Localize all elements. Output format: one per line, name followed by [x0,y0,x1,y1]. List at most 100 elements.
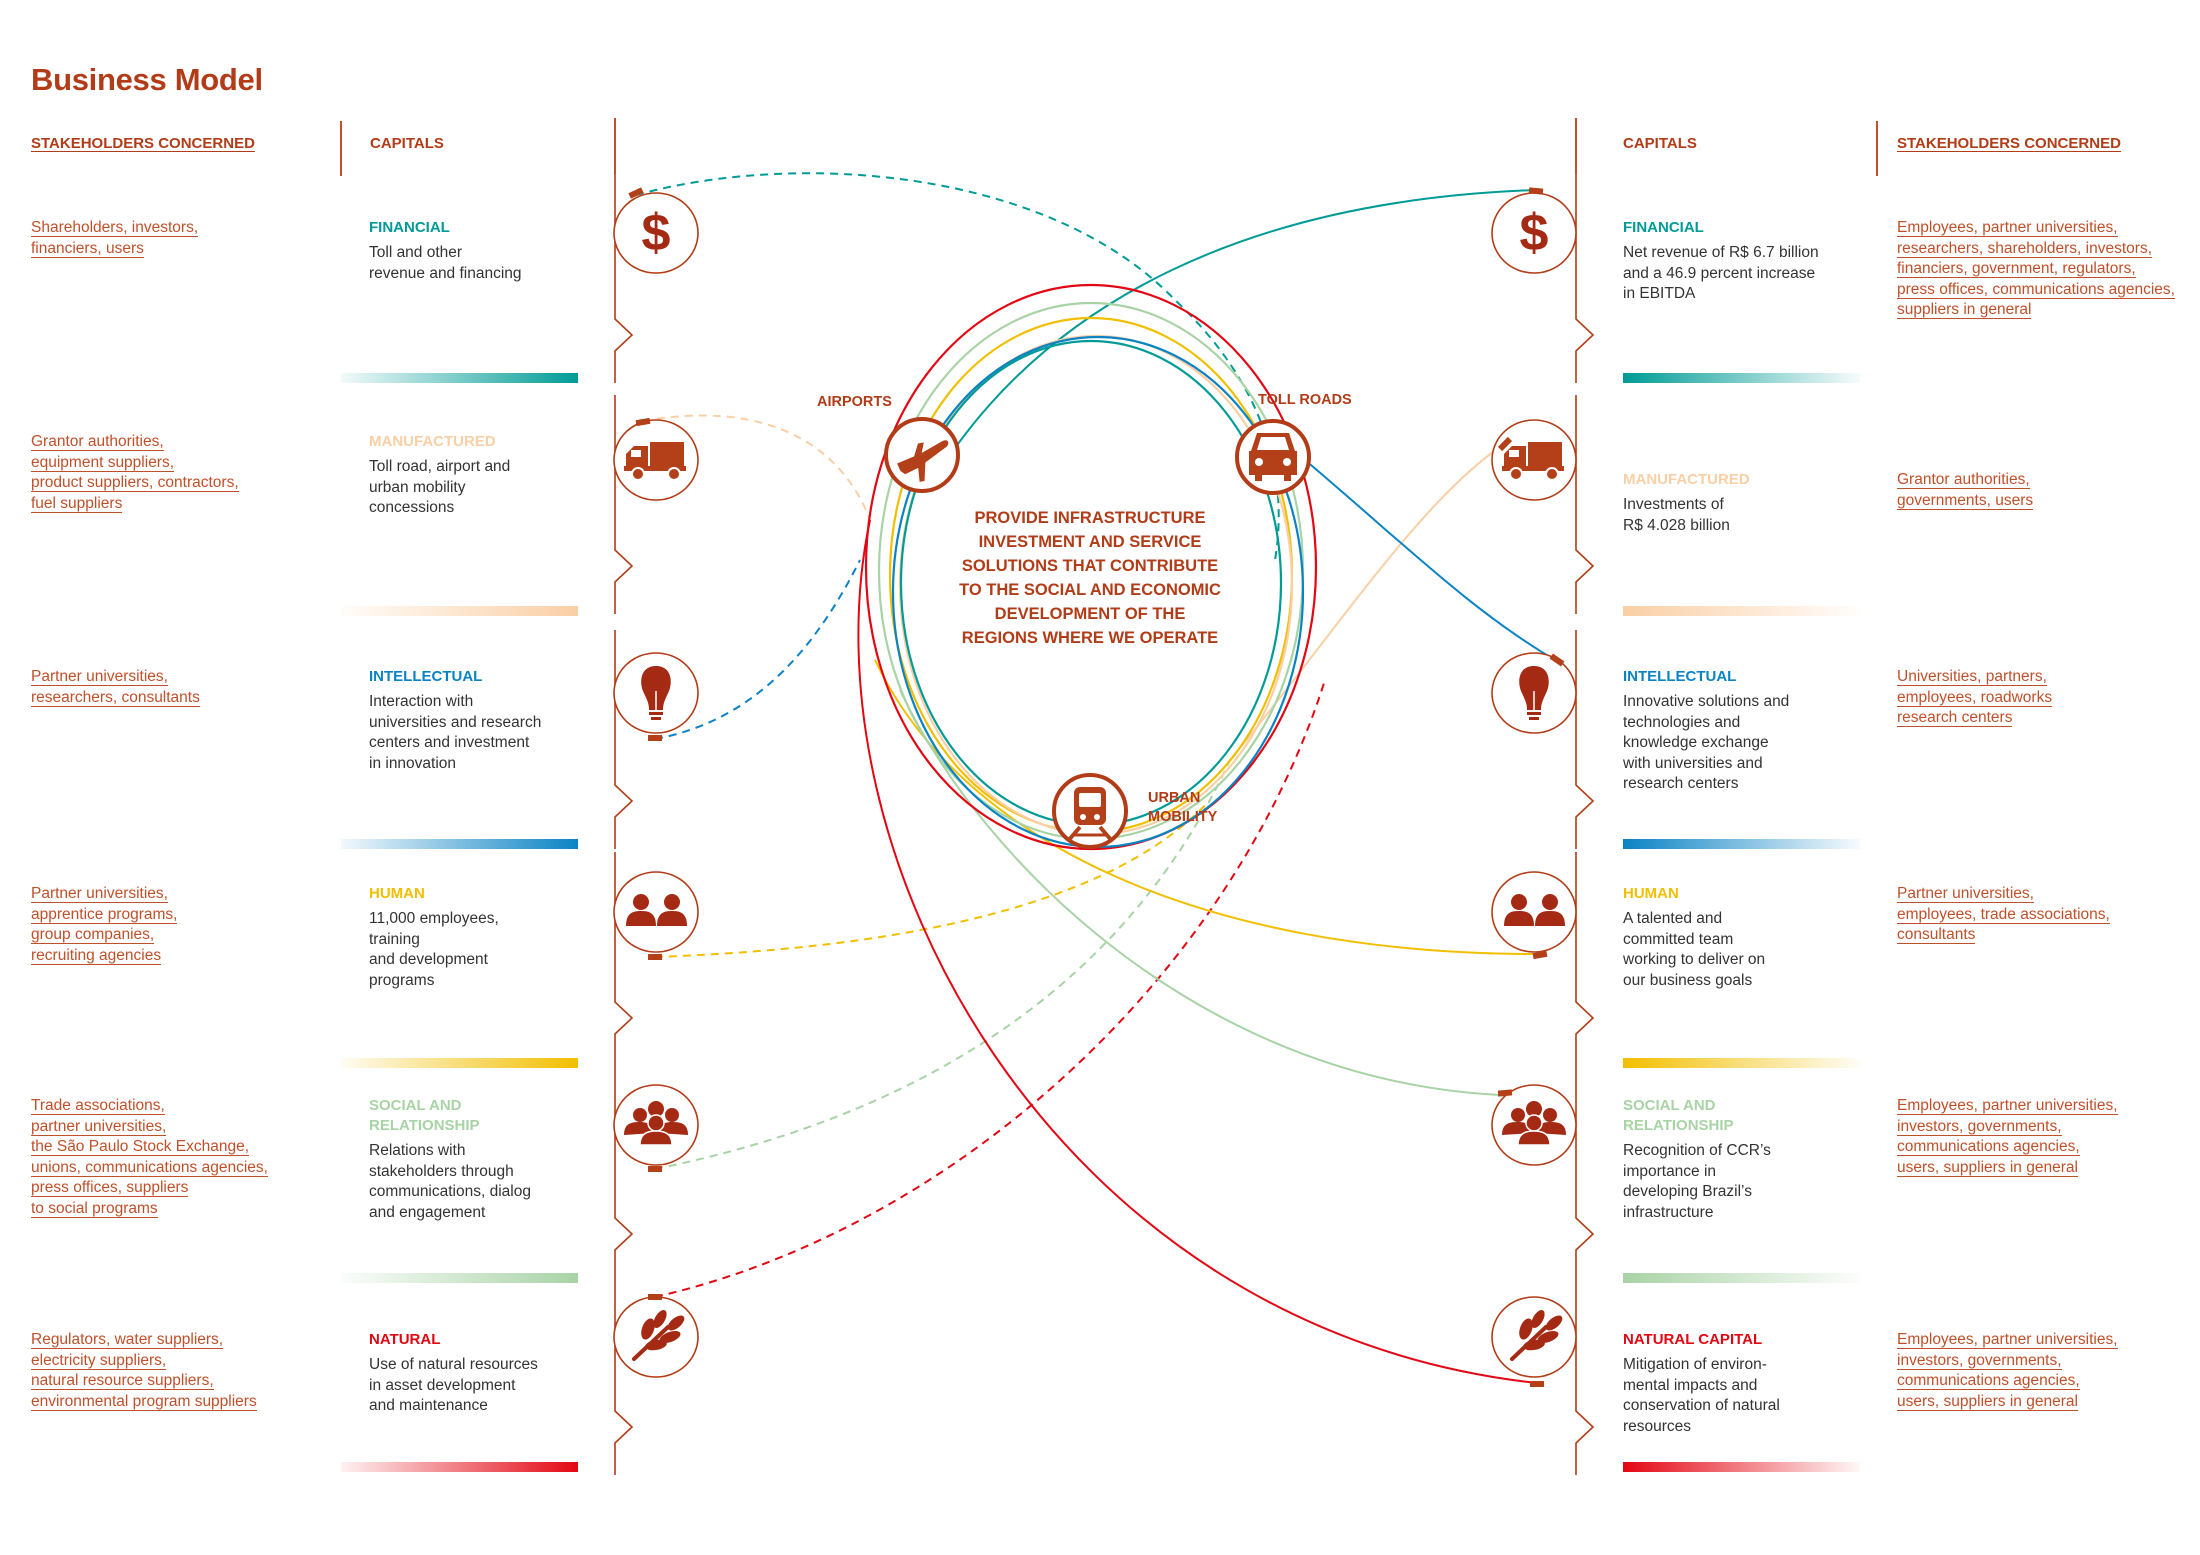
left-icon-financial[interactable]: $ [613,192,699,274]
stakeholder-link[interactable]: Partner universities, [31,884,177,905]
stakeholder-link[interactable]: group companies, [31,925,177,946]
stakeholder-link[interactable]: investors, governments, [1897,1351,2118,1372]
stakeholder-link[interactable]: communications agencies, [1897,1137,2118,1158]
stakeholder-link[interactable]: Employees, partner universities, [1897,1330,2118,1351]
description-line: concessions [369,499,455,516]
hub-label-urban-mobility: URBAN MOBILITY [1148,789,1217,827]
description-line: Investments of [1623,496,1724,513]
stakeholder-link[interactable]: Partner universities, [1897,884,2110,905]
description-line: A talented and [1623,910,1723,927]
stakeholder-text: electricity suppliers, [31,1351,167,1370]
capital-bar-financial [1623,373,1860,383]
stakeholder-text: communications agencies, [1897,1138,2080,1156]
stakeholder-link[interactable]: communications agencies, [1897,1371,2118,1392]
description-line: research centers [1623,775,1739,792]
stakeholder-link[interactable]: financiers, users [31,239,198,260]
stakeholder-link[interactable]: Employees, partner universities, [1897,218,2175,239]
stakeholder-text: unions, communications agencies, [31,1158,268,1177]
stakeholder-link[interactable]: researchers, shareholders, investors, [1897,239,2175,260]
stakeholder-link[interactable]: investors, governments, [1897,1117,2118,1138]
mission-line: REGIONS WHERE WE OPERATE [961,629,1219,647]
stakeholder-link[interactable]: consultants [1897,925,2110,946]
stakeholder-link[interactable]: to social programs [31,1199,268,1220]
stakeholder-text: Grantor authorities, [1897,471,2030,489]
stakeholder-link[interactable]: suppliers in general [1897,300,2175,321]
stakeholder-link[interactable]: partner universities, [31,1117,268,1138]
hub-icon-0[interactable] [884,417,960,493]
stakeholder-link[interactable]: Universities, partners, [1897,667,2052,688]
capital-description: A talented and committed team working to d… [1623,909,1853,991]
left-capital-natural: NATURAL Use of natural resources in asset … [369,1330,599,1417]
stakeholder-link[interactable]: Shareholders, investors, [31,218,199,239]
stakeholder-link[interactable]: Regulators, water suppliers, [31,1330,257,1351]
stakeholder-link[interactable]: equipment suppliers, [31,453,239,474]
stakeholder-text: employees, roadworks [1897,688,2053,707]
hub-icon-2[interactable] [1052,773,1128,849]
stakeholder-link[interactable]: Trade associations, [31,1096,268,1117]
right-icon-manufactured[interactable] [1491,419,1577,501]
left-icon-natural[interactable] [613,1296,699,1378]
stakeholder-link[interactable]: apprentice programs, [31,905,178,926]
left-icon-intellectual[interactable] [613,652,699,734]
right-icon-intellectual[interactable] [1491,652,1577,734]
stakeholder-link[interactable]: product suppliers, contractors, [31,473,239,494]
description-line: and development [369,951,488,968]
right-icon-human[interactable] [1491,871,1577,953]
connector-tab [1528,187,1544,195]
stakeholder-link[interactable]: users, suppliers in general [1897,1158,2118,1179]
description-line: mental impacts and [1623,1376,1758,1394]
stakeholder-link[interactable]: users, suppliers in general [1897,1392,2118,1413]
left-icon-social[interactable] [613,1084,699,1166]
stakeholder-link[interactable]: press offices, communications agencies, [1897,280,2175,301]
right-icon-social[interactable] [1491,1084,1577,1166]
right-spine-segment [1575,395,1595,614]
stakeholder-link[interactable]: Grantor authorities, [31,432,239,453]
description-line: Relations with [369,1142,466,1159]
right-icon-natural[interactable] [1491,1296,1577,1378]
description-line: and a 46.9 percent increase [1623,264,1816,282]
stakeholder-link[interactable]: unions, communications agencies, [31,1158,268,1179]
description-line: in EBITDA [1623,285,1696,302]
capital-bar-human [341,1058,578,1068]
description-line: and maintenance [369,1397,488,1414]
stakeholder-link[interactable]: press offices, suppliers [31,1178,268,1199]
stakeholder-link[interactable]: environmental program suppliers [31,1392,257,1413]
stakeholder-link[interactable]: natural resource suppliers, [31,1371,257,1392]
hub-icon-1[interactable] [1235,419,1311,495]
stakeholder-link[interactable]: Partner universities, [31,667,200,688]
stakeholder-link[interactable]: the São Paulo Stock Exchange, [31,1137,268,1158]
stakeholder-link[interactable]: financiers, government, regulators, [1897,259,2175,280]
stakeholder-link[interactable]: employees, roadworks [1897,688,2053,709]
left-icon-manufactured[interactable] [613,419,699,501]
capital-name: INTELLECTUAL [369,668,483,685]
stakeholder-link[interactable]: Grantor authorities, [1897,470,2033,491]
right-stakeholders-manufactured: Grantor authorities, governments, users [1897,470,2034,512]
input-connector-0 [635,172,1280,561]
capital-description: Use of natural resources in asset develop… [369,1355,599,1417]
stakeholder-text: press offices, communications agencies, [1897,280,2175,299]
left-capital-social: SOCIAL AND RELATIONSHIP Relations with stak… [369,1096,599,1223]
right-capital-human: HUMAN A talented and committed team working… [1623,884,1853,991]
right-icon-financial[interactable]: $ [1491,192,1577,274]
stakeholder-text: users, suppliers in general [1897,1158,2078,1177]
right-capital-financial: FINANCIAL Net revenue of R$ 6.7 billion an… [1623,218,1853,305]
capital-name-line: SOCIAL AND [369,1097,462,1114]
left-icon-human[interactable] [613,871,699,953]
left-capitals-header: CAPITALS [370,135,444,152]
stakeholder-link[interactable]: Employees, partner universities, [1897,1096,2118,1117]
stakeholder-link[interactable]: governments, users [1897,491,2034,512]
right-stakeholders-financial: Employees, partner universities, research… [1897,218,2175,321]
stakeholder-link[interactable]: employees, trade associations, [1897,905,2110,926]
stakeholder-link[interactable]: fuel suppliers [31,494,239,515]
capital-description: Interaction with universities and researc… [369,692,599,774]
stakeholder-link[interactable]: research centers [1897,708,2052,729]
stakeholder-link[interactable]: electricity suppliers, [31,1351,257,1372]
icon-ring [613,871,699,953]
stakeholder-text: Employees, partner universities, [1897,219,2118,237]
stakeholder-link[interactable]: recruiting agencies [31,946,177,967]
stakeholder-link[interactable]: researchers, consultants [31,688,200,709]
capital-description: Net revenue of R$ 6.7 billion and a 46.9 … [1623,243,1853,305]
description-line: conservation of natural [1623,1397,1780,1414]
description-line: urban mobility [369,478,466,496]
capital-name: FINANCIAL [1623,219,1704,236]
